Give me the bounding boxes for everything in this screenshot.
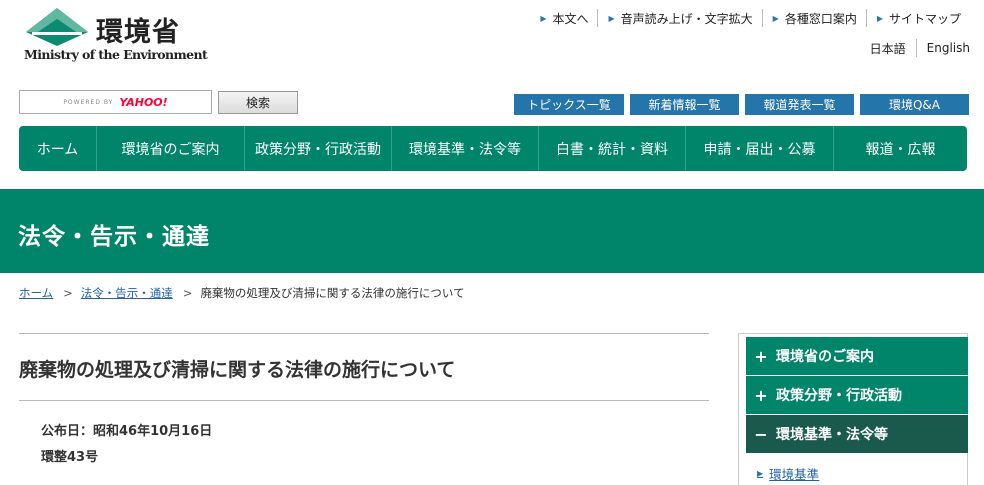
side-nav-policy[interactable]: + 政策分野・行政活動 (746, 376, 968, 414)
nav-press[interactable]: 報道・広報 (833, 126, 967, 171)
nav-home[interactable]: ホーム (19, 126, 96, 171)
quick-links: トピックス一覧 新着情報一覧 報道発表一覧 環境Q&A (508, 94, 969, 115)
minus-icon: − (754, 424, 768, 444)
side-nav-label: 環境基準・法令等 (776, 427, 888, 443)
triangle-right-icon: ▶ (772, 13, 779, 23)
plus-icon: + (754, 385, 768, 405)
search-button[interactable]: 検索 (218, 91, 298, 114)
triangle-right-icon: ▶ (876, 13, 883, 23)
yahoo-logo: YAHOO! (119, 95, 168, 109)
contact-info-link[interactable]: ▶ 各種窓口案内 (761, 9, 866, 27)
side-nav-label: 環境省のご案内 (776, 349, 874, 365)
environment-qa-button[interactable]: 環境Q&A (860, 94, 969, 115)
divider (19, 333, 709, 334)
document-number: 環整43号 (41, 450, 99, 465)
breadcrumb-separator: > (182, 286, 193, 300)
breadcrumb-section-link[interactable]: 法令・告示・通達 (81, 285, 173, 301)
breadcrumb: ホーム > 法令・告示・通達 > 廃棄物の処理及び清掃に関する法律の施行について (19, 285, 465, 301)
search-powered-by: POWERED BY (63, 98, 114, 106)
skip-to-content-link[interactable]: ▶ 本文へ (530, 9, 597, 27)
sitemap-link[interactable]: ▶ サイトマップ (865, 9, 970, 27)
divider (19, 400, 709, 401)
logo-title: 環境省 (96, 17, 180, 48)
search-input[interactable]: POWERED BY YAHOO! (19, 90, 212, 114)
global-nav: ホーム 環境省のご案内 政策分野・行政活動 環境基準・法令等 白書・統計・資料 … (19, 126, 967, 171)
triangle-right-icon: ▶ (757, 469, 764, 478)
triangle-right-icon: ▶ (608, 13, 615, 23)
nav-policy[interactable]: 政策分野・行政活動 (244, 126, 391, 171)
publication-date: 公布日：昭和46年10月16日 (41, 424, 213, 439)
breadcrumb-home-link[interactable]: ホーム (19, 285, 53, 301)
page-title: 廃棄物の処理及び清掃に関する法律の施行について (19, 359, 456, 381)
side-nav-label: 政策分野・行政活動 (776, 388, 902, 404)
lang-english-link[interactable]: English (917, 39, 970, 57)
section-title: 法令・告示・通達 (18, 224, 210, 250)
language-switcher: 日本語 English (870, 39, 970, 57)
side-nav-about-ministry[interactable]: + 環境省のご案内 (746, 337, 968, 375)
logo[interactable]: 環境省 Ministry of the Environment (22, 6, 208, 62)
news-list-button[interactable]: 新着情報一覧 (630, 94, 739, 115)
accessibility-link[interactable]: ▶ 音声読み上げ・文字拡大 (597, 9, 761, 27)
press-release-list-button[interactable]: 報道発表一覧 (745, 94, 854, 115)
nav-about-ministry[interactable]: 環境省のご案内 (96, 126, 244, 171)
nav-standards-laws[interactable]: 環境基準・法令等 (391, 126, 538, 171)
breadcrumb-separator: > (63, 286, 73, 300)
triangle-right-icon: ▶ (540, 13, 547, 23)
section-banner: 法令・告示・通達 (0, 189, 984, 273)
side-nav-standards-laws[interactable]: − 環境基準・法令等 (746, 415, 968, 453)
nav-whitepaper-stats[interactable]: 白書・統計・資料 (538, 126, 685, 171)
nav-applications[interactable]: 申請・届出・公募 (685, 126, 833, 171)
side-nav: + 環境省のご案内 + 政策分野・行政活動 − 環境基準・法令等 ▶ 環境基準 (738, 333, 968, 485)
side-nav-sub-environmental-standards[interactable]: ▶ 環境基準 (757, 464, 819, 483)
plus-icon: + (754, 346, 768, 366)
topics-list-button[interactable]: トピックス一覧 (514, 94, 624, 115)
side-nav-sub-label: 環境基準 (769, 467, 820, 482)
mountain-logo-icon (26, 8, 88, 46)
utility-nav: ▶ 本文へ ▶ 音声読み上げ・文字拡大 ▶ 各種窓口案内 ▶ サイトマップ (530, 9, 970, 27)
logo-subtitle: Ministry of the Environment (24, 47, 208, 62)
breadcrumb-current: 廃棄物の処理及び清掃に関する法律の施行について (200, 286, 465, 300)
lang-japanese-link[interactable]: 日本語 (870, 39, 917, 57)
